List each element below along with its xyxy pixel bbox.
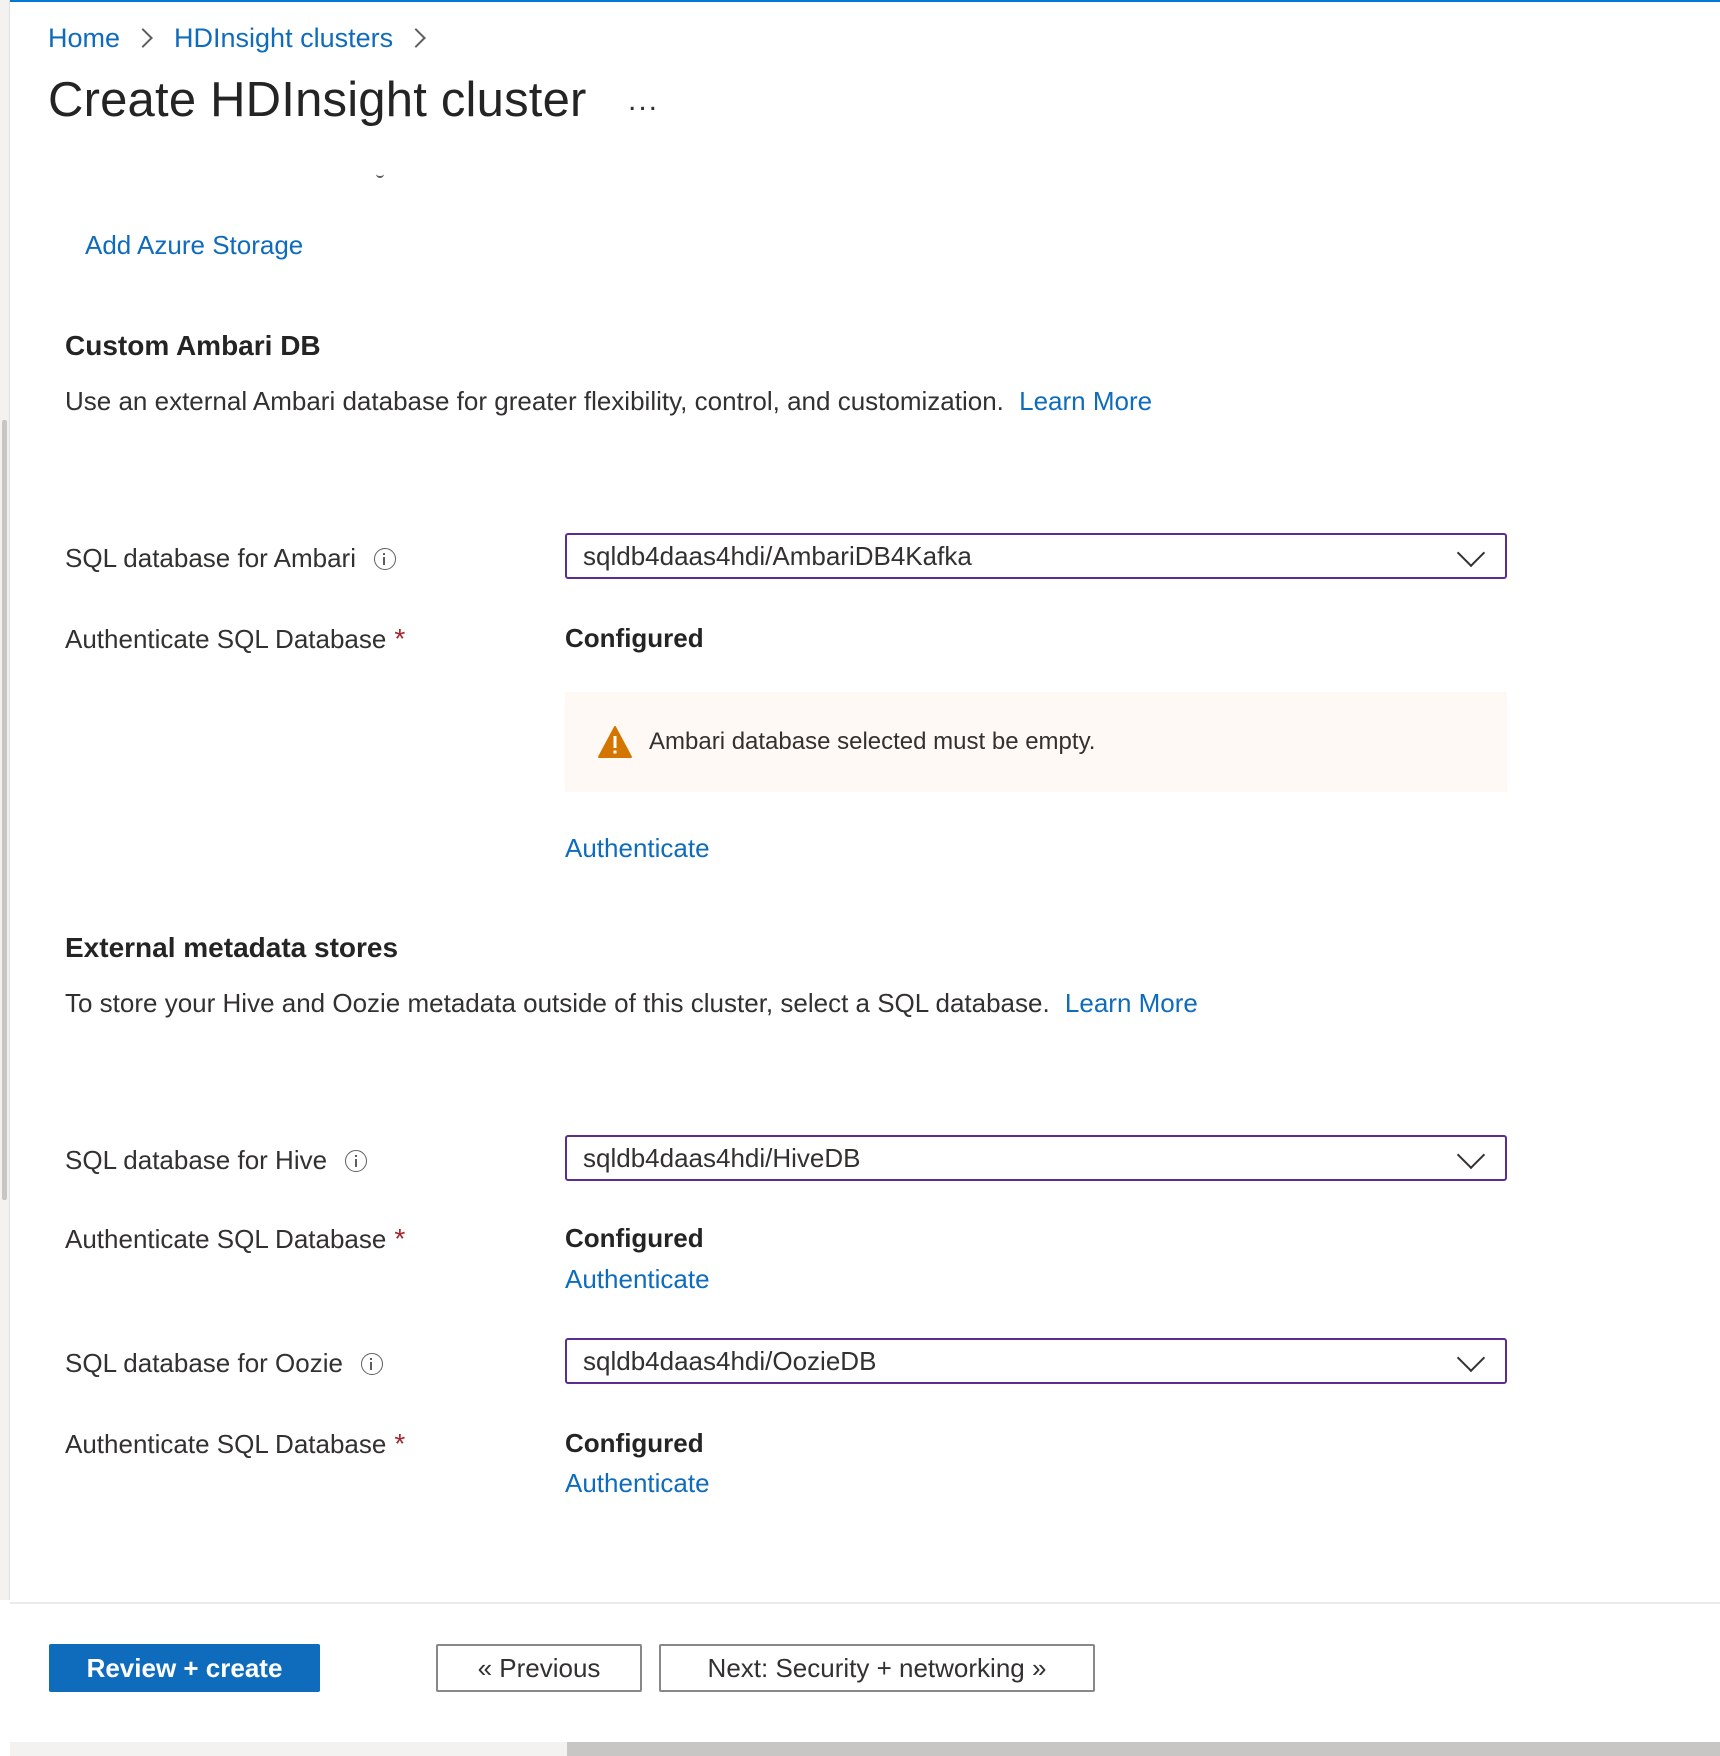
sql-ambari-selected-value: sqldb4daas4hdi/AmbariDB4Kafka (583, 540, 972, 571)
ambari-auth-label-text: Authenticate SQL Database (65, 623, 387, 654)
more-options-button[interactable]: ... (628, 84, 659, 118)
review-create-button[interactable]: Review + create (49, 1644, 320, 1692)
vertical-scrollbar[interactable] (2, 420, 7, 1200)
metadata-section-description: To store your Hive and Oozie metadata ou… (65, 988, 1198, 1019)
info-icon[interactable] (373, 547, 396, 570)
hive-auth-status: Configured (565, 1223, 704, 1253)
sql-oozie-label: SQL database for Oozie (65, 1348, 383, 1379)
metadata-learn-more-link[interactable]: Learn More (1065, 988, 1198, 1018)
ambari-description-text: Use an external Ambari database for grea… (65, 386, 1004, 416)
sql-ambari-label: SQL database for Ambari (65, 543, 396, 574)
hive-auth-label-text: Authenticate SQL Database (65, 1223, 387, 1254)
ambari-warning-banner: Ambari database selected must be empty. (565, 692, 1507, 792)
sql-hive-dropdown[interactable]: sqldb4daas4hdi/HiveDB (565, 1135, 1507, 1181)
metadata-description-text: To store your Hive and Oozie metadata ou… (65, 988, 1050, 1018)
sql-ambari-label-text: SQL database for Ambari (65, 543, 356, 573)
chevron-down-icon (1456, 1343, 1486, 1373)
oozie-auth-status: Configured (565, 1428, 704, 1458)
oozie-auth-label-text: Authenticate SQL Database (65, 1428, 387, 1459)
top-accent-line (0, 0, 1720, 2)
warning-text: Ambari database selected must be empty. (649, 728, 1096, 755)
hive-auth-label: Authenticate SQL Database * (65, 1223, 405, 1255)
oozie-authenticate-link[interactable]: Authenticate (565, 1468, 710, 1499)
sql-hive-label: SQL database for Hive (65, 1145, 368, 1176)
chevron-down-icon (1456, 538, 1486, 568)
breadcrumb-home[interactable]: Home (48, 23, 120, 54)
required-asterisk: * (394, 1223, 406, 1254)
ambari-section-title: Custom Ambari DB (65, 330, 321, 361)
sql-hive-label-text: SQL database for Hive (65, 1145, 328, 1175)
breadcrumb-hdinsight-clusters[interactable]: HDInsight clusters (174, 23, 393, 54)
horizontal-scrollbar-thumb[interactable] (567, 1742, 1720, 1756)
ambari-section-description: Use an external Ambari database for grea… (65, 386, 1152, 417)
previous-button[interactable]: « Previous (436, 1644, 642, 1692)
required-asterisk: * (394, 623, 406, 654)
chevron-right-icon (133, 28, 153, 48)
hive-authenticate-link[interactable]: Authenticate (565, 1264, 710, 1295)
sql-oozie-label-text: SQL database for Oozie (65, 1348, 343, 1378)
ambari-auth-label: Authenticate SQL Database * (65, 623, 405, 655)
info-icon[interactable] (345, 1149, 368, 1172)
next-security-networking-button[interactable]: Next: Security + networking » (659, 1644, 1095, 1692)
sql-hive-selected-value: sqldb4daas4hdi/HiveDB (583, 1142, 861, 1173)
ambari-learn-more-link[interactable]: Learn More (1019, 386, 1152, 416)
required-asterisk: * (394, 1428, 406, 1459)
warning-icon (598, 726, 632, 758)
sql-oozie-dropdown[interactable]: sqldb4daas4hdi/OozieDB (565, 1338, 1507, 1384)
add-azure-storage-link[interactable]: Add Azure Storage (85, 230, 303, 261)
info-icon[interactable] (360, 1352, 383, 1375)
sql-ambari-dropdown[interactable]: sqldb4daas4hdi/AmbariDB4Kafka (565, 533, 1507, 579)
footer-divider (10, 1602, 1720, 1604)
breadcrumb: Home HDInsight clusters (48, 18, 447, 58)
metadata-section-title: External metadata stores (65, 932, 399, 963)
chevron-right-icon (406, 28, 427, 48)
ambari-auth-status: Configured (565, 623, 704, 653)
chevron-down-icon (1456, 1140, 1486, 1170)
sql-oozie-selected-value: sqldb4daas4hdi/OozieDB (583, 1345, 877, 1376)
page-title: Create HDInsight cluster (48, 73, 587, 127)
ambari-authenticate-link[interactable]: Authenticate (565, 833, 710, 864)
clipped-text-fragment (376, 172, 384, 178)
oozie-auth-label: Authenticate SQL Database * (65, 1428, 405, 1460)
